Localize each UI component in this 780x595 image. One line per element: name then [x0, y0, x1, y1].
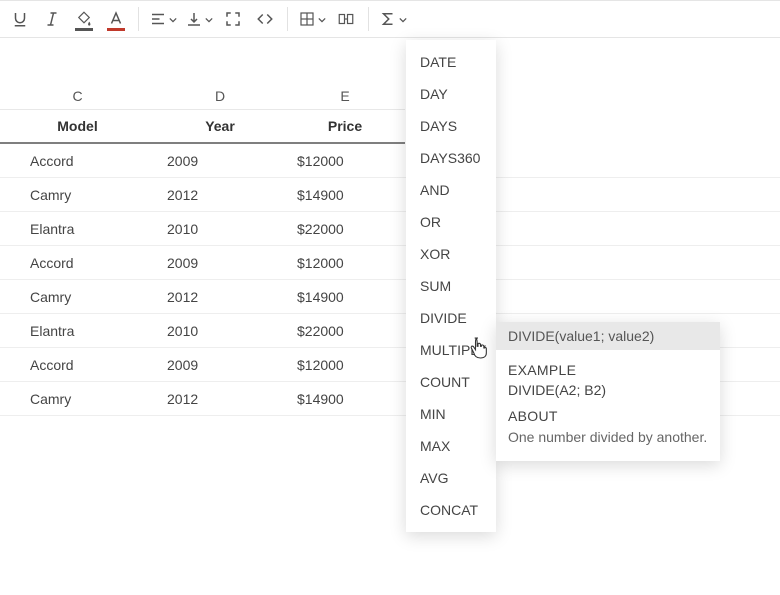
italic-button[interactable]: [36, 3, 68, 35]
tooltip-signature: DIVIDE(value1; value2): [496, 322, 720, 350]
toolbar-divider: [138, 7, 139, 31]
col-letter[interactable]: D: [155, 82, 285, 110]
cell-year[interactable]: 2012: [155, 382, 285, 415]
cell-price[interactable]: $12000: [285, 246, 405, 279]
cell-year[interactable]: 2012: [155, 280, 285, 313]
cell-year[interactable]: 2009: [155, 348, 285, 381]
expand-button[interactable]: [217, 3, 249, 35]
formula-dropdown: DATEDAYDAYSDAYS360ANDORXORSUMDIVIDEMULTI…: [406, 40, 496, 532]
text-color-icon: [107, 10, 125, 28]
formula-item-xor[interactable]: XOR: [406, 238, 496, 270]
vertical-align-icon: [185, 10, 203, 28]
formula-item-and[interactable]: AND: [406, 174, 496, 206]
chevron-down-icon: [316, 11, 326, 27]
cell-price[interactable]: $12000: [285, 348, 405, 381]
chevron-down-icon: [167, 11, 177, 27]
italic-icon: [43, 10, 61, 28]
formula-tooltip: DIVIDE(value1; value2) EXAMPLE DIVIDE(A2…: [496, 322, 720, 461]
tooltip-example-label: EXAMPLE: [508, 362, 708, 378]
fill-color-button[interactable]: [68, 3, 100, 35]
chevron-down-icon: [203, 11, 213, 27]
underline-button[interactable]: [4, 3, 36, 35]
toolbar-divider: [368, 7, 369, 31]
cell-price[interactable]: $14900: [285, 178, 405, 211]
align-button[interactable]: [145, 3, 181, 35]
formula-item-days360[interactable]: DAYS360: [406, 142, 496, 174]
cell-year[interactable]: 2009: [155, 246, 285, 279]
toolbar-divider: [287, 7, 288, 31]
formula-item-day[interactable]: DAY: [406, 78, 496, 110]
toolbar: [0, 0, 780, 38]
fill-color-icon: [75, 10, 93, 28]
tooltip-about-label: ABOUT: [508, 408, 708, 424]
table-row: Accord2009$12000: [0, 246, 780, 280]
formula-button[interactable]: [375, 3, 411, 35]
cell-model[interactable]: Elantra: [0, 212, 155, 245]
pointer-cursor-icon: [468, 336, 488, 363]
code-icon: [256, 10, 274, 28]
table-row: Camry2012$14900: [0, 280, 780, 314]
cell-price[interactable]: $14900: [285, 280, 405, 313]
formula-item-concat[interactable]: CONCAT: [406, 494, 496, 526]
cell-price[interactable]: $22000: [285, 212, 405, 245]
col-header[interactable]: Year: [155, 110, 285, 144]
sigma-icon: [379, 10, 397, 28]
col-header[interactable]: Price: [285, 110, 405, 144]
chevron-down-icon: [397, 11, 407, 27]
formula-item-max[interactable]: MAX: [406, 430, 496, 462]
formula-item-or[interactable]: OR: [406, 206, 496, 238]
formula-item-avg[interactable]: AVG: [406, 462, 496, 494]
tooltip-about: One number divided by another.: [508, 428, 708, 447]
code-button[interactable]: [249, 3, 281, 35]
table-row: Accord2009$12000: [0, 144, 780, 178]
cell-year[interactable]: 2010: [155, 212, 285, 245]
table-button[interactable]: [294, 3, 330, 35]
formula-item-count[interactable]: COUNT: [406, 366, 496, 398]
col-header[interactable]: Model: [0, 110, 155, 144]
cell-price[interactable]: $14900: [285, 382, 405, 415]
header-row: Model Year Price: [0, 110, 780, 144]
formula-item-min[interactable]: MIN: [406, 398, 496, 430]
cell-year[interactable]: 2010: [155, 314, 285, 347]
table-row: Elantra2010$22000: [0, 212, 780, 246]
table-row: Camry2012$14900: [0, 178, 780, 212]
vertical-align-button[interactable]: [181, 3, 217, 35]
cell-model[interactable]: Camry: [0, 382, 155, 415]
table-icon: [298, 10, 316, 28]
expand-icon: [224, 10, 242, 28]
cell-model[interactable]: Accord: [0, 348, 155, 381]
cell-price[interactable]: $12000: [285, 144, 405, 177]
column-letter-row: C D E: [0, 82, 780, 110]
split-cell-icon: [337, 10, 355, 28]
cell-model[interactable]: Camry: [0, 280, 155, 313]
cell-price[interactable]: $22000: [285, 314, 405, 347]
formula-item-sum[interactable]: SUM: [406, 270, 496, 302]
cell-model[interactable]: Elantra: [0, 314, 155, 347]
cell-model[interactable]: Accord: [0, 144, 155, 177]
formula-item-divide[interactable]: DIVIDE: [406, 302, 496, 334]
cell-year[interactable]: 2012: [155, 178, 285, 211]
cell-model[interactable]: Accord: [0, 246, 155, 279]
align-icon: [149, 10, 167, 28]
text-color-button[interactable]: [100, 3, 132, 35]
formula-item-date[interactable]: DATE: [406, 46, 496, 78]
cell-year[interactable]: 2009: [155, 144, 285, 177]
underline-icon: [11, 10, 29, 28]
formula-item-days[interactable]: DAYS: [406, 110, 496, 142]
col-letter[interactable]: E: [285, 82, 405, 110]
split-cell-button[interactable]: [330, 3, 362, 35]
cell-model[interactable]: Camry: [0, 178, 155, 211]
tooltip-example: DIVIDE(A2; B2): [508, 382, 708, 398]
col-letter[interactable]: C: [0, 82, 155, 110]
